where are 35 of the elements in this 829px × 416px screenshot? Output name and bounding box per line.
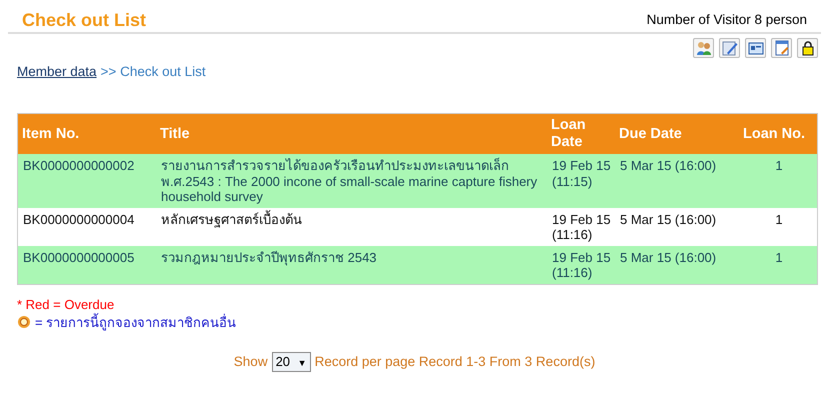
card-icon[interactable] — [745, 38, 766, 58]
sun-icon — [17, 315, 31, 329]
reserved-legend: = รายการนี้ถูกจองจากสมาชิกคนอื่น — [35, 312, 236, 332]
table-cell: 19 Feb 15 (11:15) — [547, 154, 615, 208]
page-title: Check out List — [22, 8, 146, 30]
per-page-dropdown[interactable]: 20 ▼ — [272, 352, 311, 372]
column-header: Loan No. — [739, 114, 818, 154]
overdue-legend: * Red = Overdue — [17, 296, 812, 312]
table-cell: 5 Mar 15 (16:00) — [615, 208, 739, 246]
table-cell: 1 — [739, 208, 818, 246]
record-summary: Record per page Record 1-3 From 3 Record(s) — [314, 354, 596, 369]
table-cell: 19 Feb 15 (11:16) — [547, 246, 615, 284]
table-cell: 5 Mar 15 (16:00) — [615, 246, 739, 284]
table-cell: 5 Mar 15 (16:00) — [615, 154, 739, 208]
breadcrumb-current: >> Check out List — [100, 64, 206, 79]
table-cell: 1 — [739, 246, 818, 284]
table-cell: BK0000000000005 — [18, 246, 156, 284]
table-cell: 19 Feb 15 (11:16) — [547, 208, 615, 246]
table-cell: BK0000000000004 — [18, 208, 156, 246]
table-cell: BK0000000000002 — [18, 154, 156, 208]
notepad-icon[interactable] — [771, 38, 792, 58]
pencil-icon[interactable] — [719, 38, 740, 58]
column-header: Title — [156, 114, 547, 154]
table-cell: 1 — [739, 154, 818, 208]
column-header: Item No. — [18, 114, 156, 154]
breadcrumb-link[interactable]: Member data — [17, 64, 97, 79]
table-cell: หลักเศรษฐศาสตร์เบื้องต้น — [156, 208, 547, 246]
lock-icon[interactable] — [797, 38, 818, 58]
people-icon[interactable] — [693, 38, 714, 58]
column-header: Due Date — [615, 114, 739, 154]
show-label: Show — [234, 354, 268, 369]
table-cell: รายงานการสำรวจรายได้ของครัวเรือนทำประมงทะเลขนาดเล็กพ.ศ.2543 : The 2000 incone of small-scale marine capture fishery household survey — [156, 154, 547, 208]
visitor-count: Number of Visitor 8 person — [646, 12, 807, 26]
table-cell: รวมกฎหมายประจำปีพุทธศักราช 2543 — [156, 246, 547, 284]
column-header: Loan Date — [547, 114, 615, 154]
